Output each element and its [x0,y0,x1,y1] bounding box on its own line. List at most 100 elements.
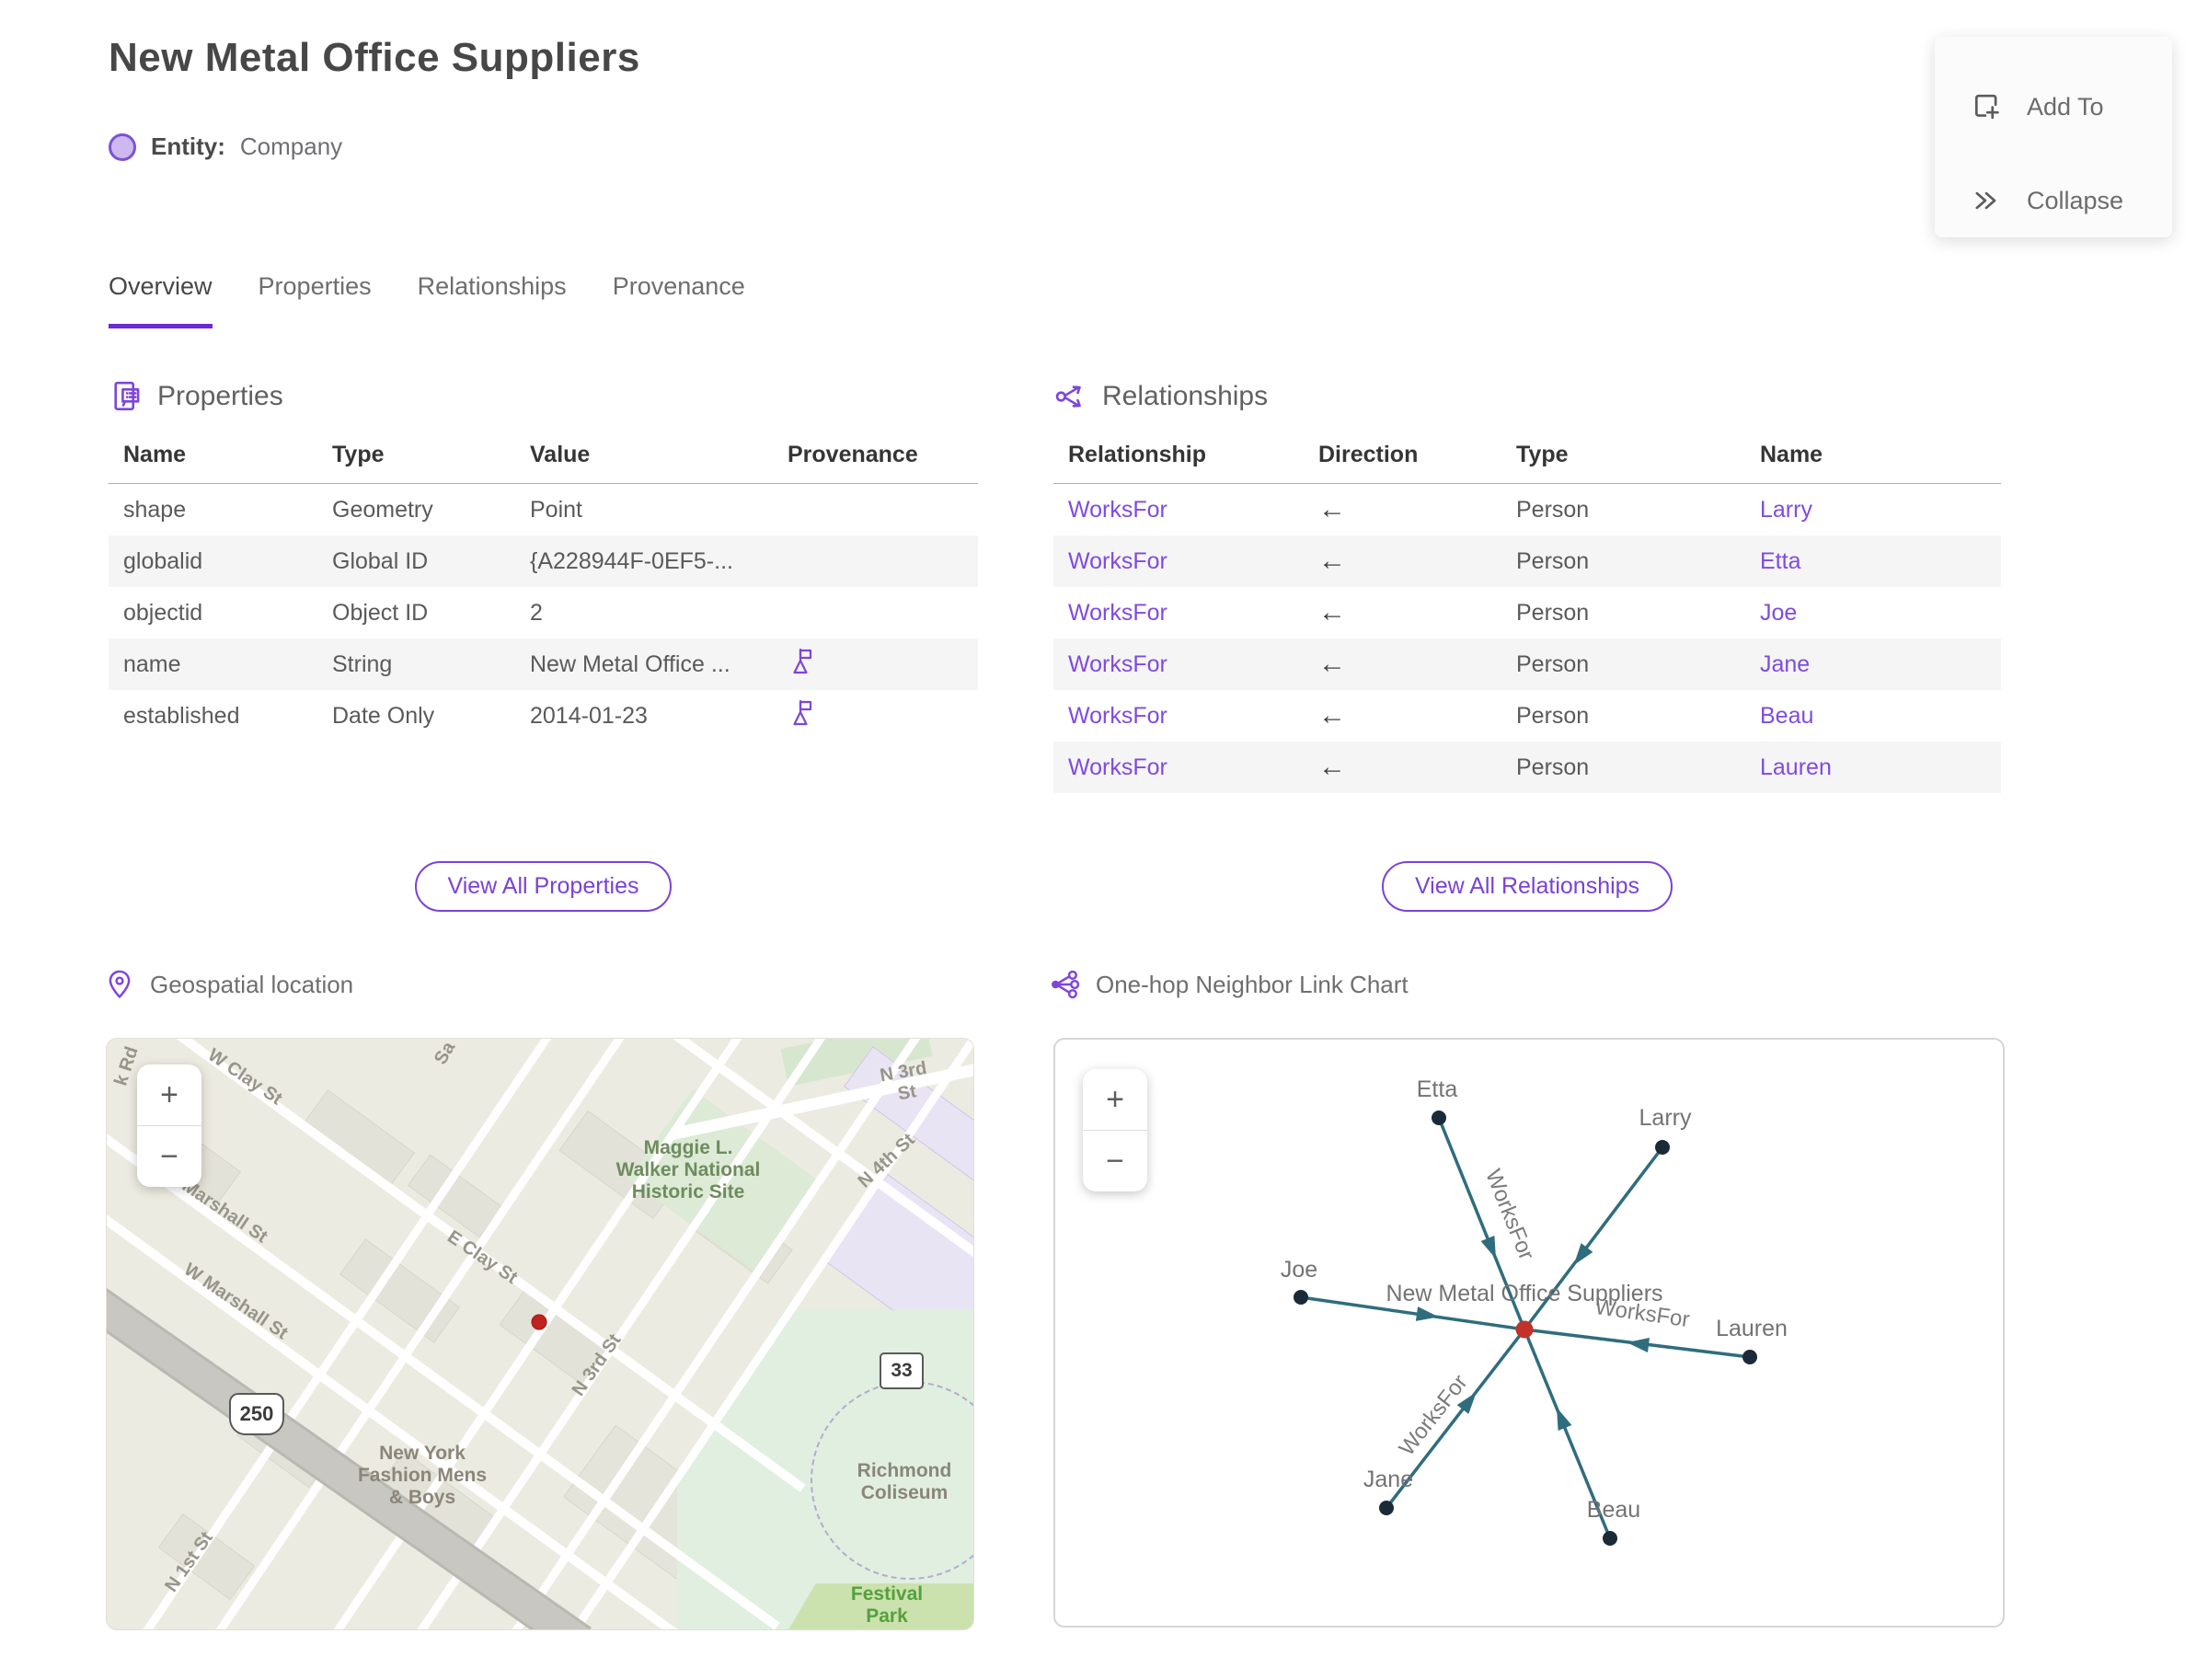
relationship-link[interactable]: WorksFor [1053,703,1304,730]
chart-zoom-out-button[interactable]: − [1083,1131,1147,1191]
prop-value: New Metal Office ... [530,650,730,677]
relationship-link[interactable]: WorksFor [1053,548,1304,575]
chart-zoom-in-button[interactable]: + [1083,1069,1147,1131]
node-label-joe: Joe [1281,1257,1317,1283]
properties-section: Properties Name Type Value Provenance sh… [109,379,978,742]
rel-type: Person [1516,702,1590,729]
rel-type: Person [1516,650,1590,677]
entity-link[interactable]: Beau [1745,703,2001,730]
relationships-section: Relationships Relationship Direction Typ… [1053,379,2001,793]
node-joe[interactable] [1294,1290,1308,1305]
relationship-link[interactable]: WorksFor [1053,754,1304,781]
node-label-jane: Jane [1363,1467,1413,1492]
prop-value: Point [530,496,582,523]
entity-row: Entity: Company [109,132,342,161]
node-label-beau: Beau [1587,1497,1640,1523]
rel-type: Person [1516,547,1590,574]
rel-type: Person [1516,496,1590,523]
relationships-heading: Relationships [1102,381,1269,411]
table-row: WorksFor ← Person Jane [1053,639,2001,690]
view-all-properties-button[interactable]: View All Properties [414,861,673,912]
entity-type-value: Company [239,132,343,160]
view-all-relationships-button[interactable]: View All Relationships [1381,861,1673,912]
table-row: objectid Object ID 2 [109,587,978,639]
prop-type: String [332,650,393,677]
entity-type-dot-icon [109,132,136,161]
one-hop-link-chart[interactable]: WorksFor WorksFor WorksFor Etta Larry Jo… [1053,1038,2005,1628]
link-chart-heading: One-hop Neighbor Link Chart [1096,970,1409,998]
add-to-button[interactable]: Add To [1970,90,2104,123]
tab-relationships[interactable]: Relationships [418,272,567,328]
node-label-lauren: Lauren [1716,1316,1788,1341]
node-center-entity[interactable] [1515,1320,1534,1339]
add-to-icon [1974,94,1999,120]
node-larry[interactable] [1655,1140,1670,1155]
provenance-flag-icon[interactable] [788,698,817,728]
properties-icon [114,381,140,410]
direction-arrow: ← [1318,597,1346,627]
node-beau[interactable] [1603,1531,1617,1546]
map-label-w-clay-st: W Clay St [203,1044,286,1110]
prop-type: Geometry [332,496,433,523]
entity-link[interactable]: Etta [1745,548,2001,575]
direction-arrow: ← [1318,494,1346,524]
center-node-label: New Metal Office Suppliers [1386,1281,1662,1306]
prop-name: shape [123,496,187,523]
relationships-icon [1055,385,1081,408]
add-to-label: Add To [2027,92,2104,121]
tab-overview[interactable]: Overview [109,272,213,328]
tab-bar: Overview Properties Relationships Proven… [109,272,745,328]
page-title: New Metal Office Suppliers [109,35,640,80]
col-type: Type [1516,442,1569,467]
properties-heading: Properties [157,381,283,411]
entity-link[interactable]: Jane [1745,651,2001,678]
prop-type: Date Only [332,702,435,729]
col-name: Name [1760,442,1823,467]
direction-arrow: ← [1318,649,1346,679]
tab-properties[interactable]: Properties [259,272,372,328]
map-zoom-in-button[interactable]: + [137,1064,201,1126]
col-value: Value [530,442,591,467]
collapse-button[interactable]: Collapse [1970,184,2123,217]
entity-link[interactable]: Joe [1745,600,2001,627]
entity-label: Entity: [151,132,225,160]
entity-link[interactable]: Lauren [1745,754,2001,781]
col-name: Name [123,442,187,467]
prop-value: 2014-01-23 [530,702,648,729]
map-label-festival-park: Festival Park [850,1583,924,1627]
link-chart-icon [1052,970,1080,999]
table-row: WorksFor ← Person Beau [1053,690,2001,742]
table-row: globalid Global ID {A228944F-0EF5-... [109,535,978,587]
entity-location-marker[interactable] [531,1314,547,1330]
col-provenance: Provenance [788,442,918,467]
table-row: WorksFor ← Person Larry [1053,484,2001,535]
prop-value: 2 [530,599,543,626]
map-label-ny-fashion: New York Fashion Mens & Boys [357,1443,488,1508]
geospatial-section-header: Geospatial location [103,968,353,1001]
route-shield-250: 250 [229,1393,284,1435]
map-label-richmond-coliseum: Richmond Coliseum [857,1460,952,1503]
relationship-link[interactable]: WorksFor [1053,651,1304,678]
entity-link[interactable]: Larry [1745,497,2001,524]
map-zoom-out-button[interactable]: − [137,1126,201,1187]
relationship-link[interactable]: WorksFor [1053,600,1304,627]
map-label-w-marshall-st: W Marshall St [179,1259,292,1344]
node-jane[interactable] [1379,1501,1394,1515]
direction-arrow: ← [1318,752,1346,782]
properties-table: Name Type Value Provenance shape Geometr… [109,442,978,742]
map-zoom-control: + − [137,1064,201,1187]
link-chart-section-header: One-hop Neighbor Link Chart [1049,968,1409,1001]
direction-arrow: ← [1318,546,1346,576]
relationship-link[interactable]: WorksFor [1053,497,1304,524]
tab-provenance[interactable]: Provenance [613,272,745,328]
node-label-etta: Etta [1417,1076,1458,1102]
provenance-flag-icon[interactable] [788,647,817,676]
geospatial-map[interactable]: k Rd Sa W Clay St Marshall St W Marshall… [106,1038,974,1630]
prop-name: name [123,650,181,677]
node-etta[interactable] [1432,1110,1446,1125]
chevrons-right-icon [1975,191,1996,210]
prop-type: Global ID [332,547,429,574]
table-row: WorksFor ← Person Etta [1053,535,2001,587]
node-lauren[interactable] [1742,1350,1757,1364]
rel-type: Person [1516,599,1590,626]
